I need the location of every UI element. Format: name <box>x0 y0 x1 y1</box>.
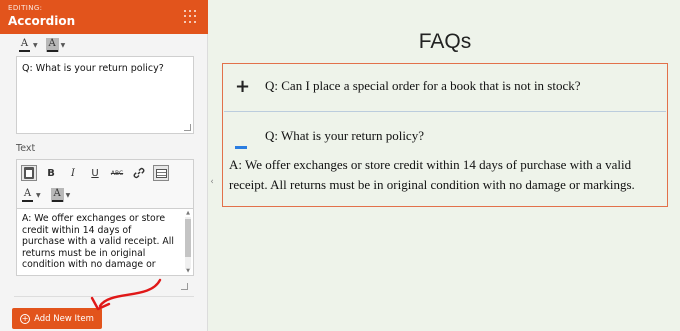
collapse-panel-icon[interactable]: ‹ <box>208 170 216 194</box>
chevron-down-icon: ▼ <box>60 41 66 49</box>
question-color-toolbar: A ▼ A ▼ <box>18 38 65 52</box>
link-button[interactable] <box>131 165 147 181</box>
background-color-button[interactable]: A ▼ <box>50 188 71 202</box>
background-color-icon: A <box>53 188 61 199</box>
answer-editor[interactable]: A: We offer exchanges or store credit wi… <box>16 208 194 276</box>
scroll-down-icon[interactable]: ▼ <box>186 268 190 274</box>
question-editor[interactable]: Q: What is your return policy? <box>16 56 194 134</box>
paste-icon <box>24 167 34 179</box>
accordion-item-open[interactable]: Q: What is your return policy? <box>223 124 667 154</box>
bold-button[interactable]: B <box>43 165 59 181</box>
panel-title: Accordion <box>8 14 76 28</box>
answer-line: credit within 14 days of <box>22 224 132 236</box>
strikethrough-button[interactable]: ABC <box>109 165 125 181</box>
plus-circle-icon: + <box>20 313 31 324</box>
accordion: + Q: Can I place a special order for a b… <box>222 63 668 207</box>
text-format-toolbar: B I U ABC A ▼ A ▼ <box>16 159 194 209</box>
source-icon <box>155 168 167 178</box>
source-code-button[interactable] <box>153 165 169 181</box>
plus-icon[interactable]: + <box>235 76 250 97</box>
accordion-divider <box>224 111 666 112</box>
font-color-icon: A <box>20 38 29 49</box>
scrollbar-thumb[interactable] <box>185 219 191 257</box>
resize-handle[interactable] <box>181 283 188 290</box>
font-color-button[interactable]: A ▼ <box>21 188 41 202</box>
italic-button[interactable]: I <box>65 165 81 181</box>
answer-text[interactable]: A: We offer exchanges or store credit wi… <box>22 213 174 271</box>
chevron-down-icon: ▼ <box>33 41 38 49</box>
editing-label: EDITING: <box>8 4 43 12</box>
text-field-label: Text <box>16 143 36 154</box>
font-color-icon: A <box>23 188 32 199</box>
answer-line: A: We offer exchanges or store <box>22 213 166 224</box>
paste-button[interactable] <box>21 165 37 181</box>
chevron-down-icon: ▼ <box>36 191 41 199</box>
divider <box>14 296 194 297</box>
font-color-button[interactable]: A ▼ <box>18 38 38 52</box>
link-icon <box>133 167 145 179</box>
accordion-answer: A: We offer exchanges or store credit wi… <box>229 157 635 192</box>
background-color-button[interactable]: A ▼ <box>45 38 66 52</box>
accordion-question[interactable]: Q: Can I place a special order for a boo… <box>265 78 581 94</box>
add-new-item-button[interactable]: + Add New Item <box>12 308 102 329</box>
accordion-question[interactable]: Q: What is your return policy? <box>265 128 424 144</box>
minus-icon[interactable] <box>235 133 247 154</box>
underline-button[interactable]: U <box>87 165 103 181</box>
drag-grid-icon[interactable] <box>184 10 198 24</box>
chevron-down-icon: ▼ <box>65 191 71 199</box>
scrollbar[interactable] <box>185 217 191 269</box>
question-text[interactable]: Q: What is your return policy? <box>22 63 164 74</box>
editor-panel: EDITING: Accordion A ▼ A ▼ Q: What is yo… <box>0 0 208 331</box>
answer-line: condition with no damage or <box>22 259 156 270</box>
answer-line: returns must be in original <box>22 247 146 259</box>
faq-heading: FAQs <box>418 30 472 53</box>
scroll-up-icon[interactable]: ▲ <box>186 210 190 216</box>
accordion-item[interactable]: + Q: Can I place a special order for a b… <box>223 74 667 104</box>
resize-handle[interactable] <box>184 124 191 131</box>
background-color-icon: A <box>48 38 56 49</box>
answer-line: purchase with a valid receipt. All <box>22 236 174 247</box>
panel-header: EDITING: Accordion <box>0 0 208 34</box>
add-new-item-label: Add New Item <box>34 313 94 324</box>
